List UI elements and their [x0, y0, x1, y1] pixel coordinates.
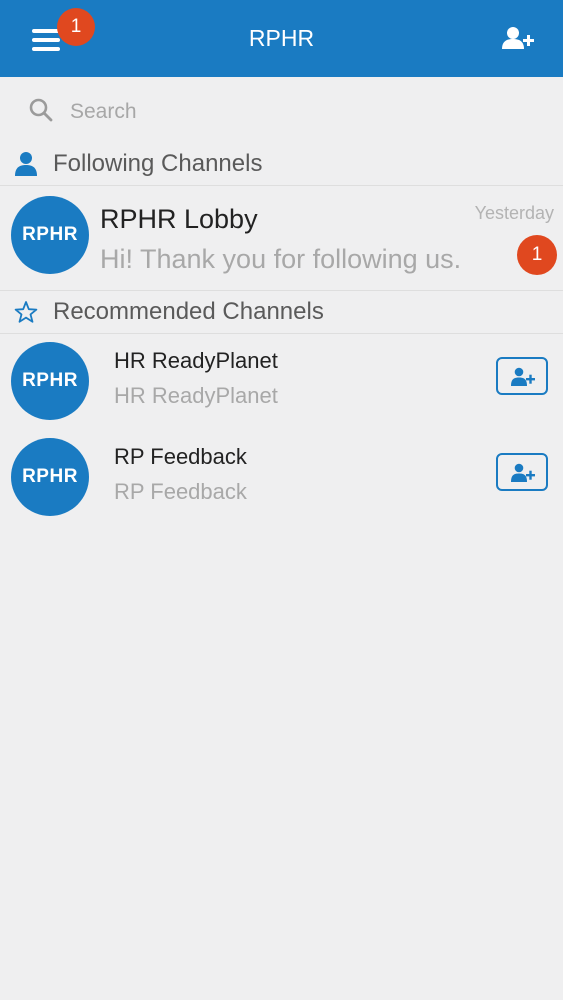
star-outline-icon [14, 301, 38, 323]
top-app-bar: RPHR 1 [0, 0, 563, 77]
following-channels-header: Following Channels [0, 143, 563, 186]
channel-name: RP Feedback [114, 444, 247, 469]
recommended-channels-header: Recommended Channels [0, 291, 563, 334]
channel-row-rphr-lobby[interactable]: RPHR RPHR Lobby Yesterday Hi! Thank you … [0, 186, 563, 291]
channel-subtitle: HR ReadyPlanet [114, 383, 278, 408]
add-user-icon [511, 367, 535, 386]
follow-channel-button[interactable] [496, 357, 548, 395]
recommended-channels-label: Recommended Channels [53, 298, 324, 325]
avatar: RPHR [11, 342, 89, 420]
search-bar [0, 81, 563, 144]
follow-channel-button[interactable] [496, 453, 548, 491]
following-channels-label: Following Channels [53, 150, 263, 177]
add-user-icon [502, 27, 534, 49]
recommended-row-hr-readyplanet[interactable]: RPHR HR ReadyPlanet HR ReadyPlanet [0, 337, 563, 433]
channel-subtitle: RP Feedback [114, 479, 247, 504]
unread-count-badge: 1 [517, 235, 557, 275]
recommended-row-rp-feedback[interactable]: RPHR RP Feedback RP Feedback [0, 433, 563, 529]
person-icon [15, 152, 37, 176]
add-channel-button[interactable] [496, 20, 540, 58]
message-preview: Hi! Thank you for following us. [100, 244, 462, 274]
search-input[interactable] [70, 93, 530, 131]
channel-name: RPHR Lobby [100, 204, 258, 234]
add-user-icon [511, 463, 535, 482]
search-icon [29, 98, 53, 122]
avatar: RPHR [11, 438, 89, 516]
message-timestamp: Yesterday [474, 203, 554, 223]
channel-name: HR ReadyPlanet [114, 348, 278, 373]
menu-notification-badge: 1 [57, 8, 95, 46]
avatar: RPHR [11, 196, 89, 274]
